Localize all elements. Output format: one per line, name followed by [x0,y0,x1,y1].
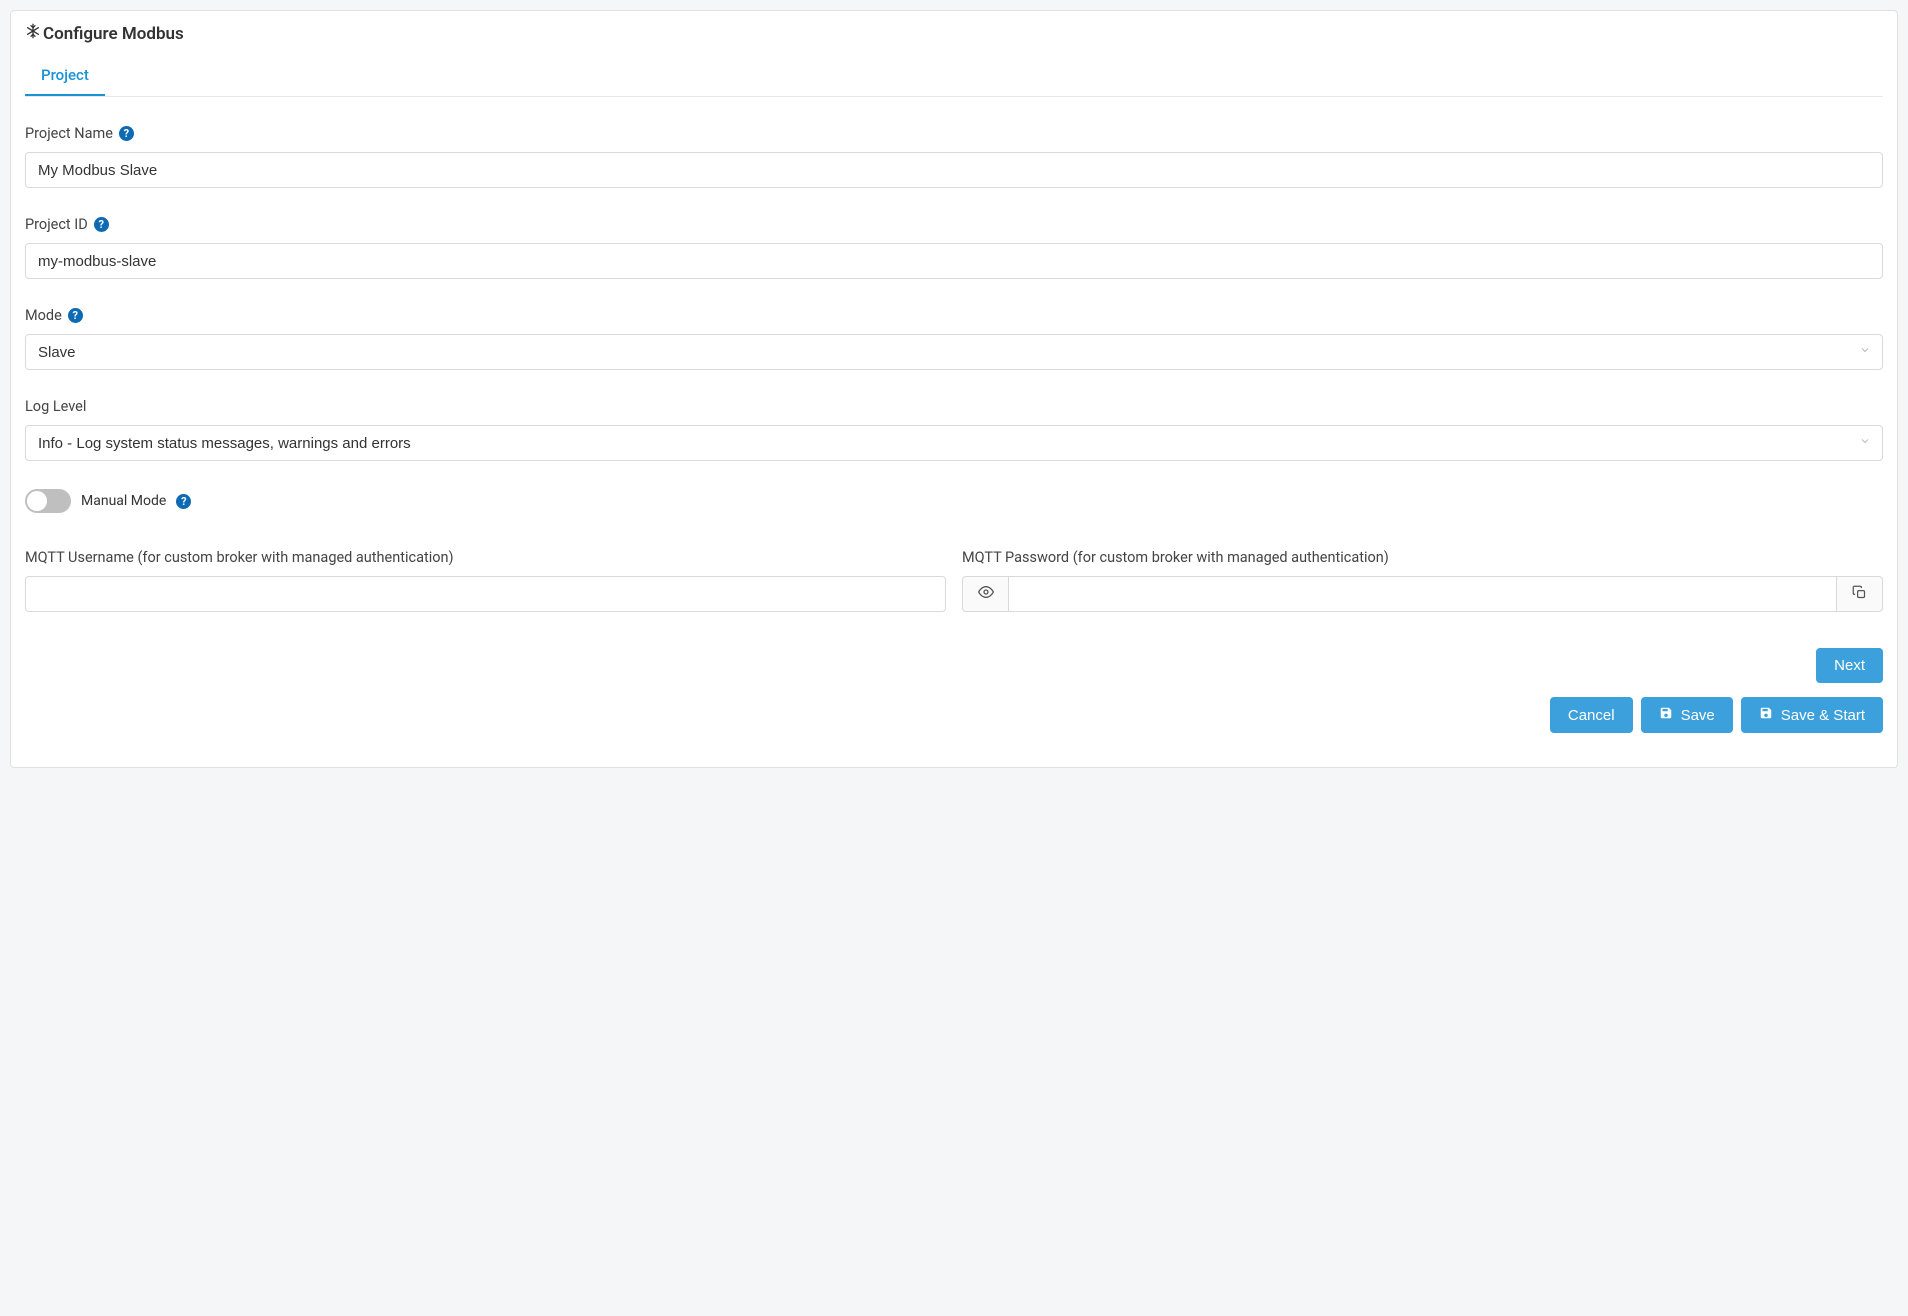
help-icon[interactable]: ? [94,217,109,232]
project-name-input[interactable] [25,152,1883,188]
mqtt-password-label: MQTT Password (for custom broker with ma… [962,549,1389,566]
mode-group: Mode ? [25,307,1883,370]
save-start-button[interactable]: Save & Start [1741,697,1883,733]
project-name-label: Project Name [25,125,113,142]
next-button[interactable]: Next [1816,648,1883,683]
mode-select[interactable] [25,334,1883,370]
help-icon[interactable]: ? [119,126,134,141]
manual-mode-label: Manual Mode [81,493,166,509]
save-button[interactable]: Save [1641,697,1733,733]
form-body: Project Name ? Project ID ? Mode ? [11,97,1897,767]
project-id-group: Project ID ? [25,216,1883,279]
panel-header: Configure Modbus Project [11,11,1897,97]
copy-icon [1852,585,1867,604]
mqtt-password-group: MQTT Password (for custom broker with ma… [962,549,1883,612]
manual-mode-group: Manual Mode ? [25,489,1883,513]
mqtt-username-group: MQTT Username (for custom broker with ma… [25,549,946,612]
save-button-label: Save [1681,707,1715,724]
log-level-select[interactable] [25,425,1883,461]
log-level-label: Log Level [25,398,86,415]
project-id-label: Project ID [25,216,88,233]
cancel-button[interactable]: Cancel [1550,697,1633,733]
copy-password-button[interactable] [1837,576,1883,612]
project-id-input[interactable] [25,243,1883,279]
snowflake-icon [25,23,43,44]
show-password-button[interactable] [962,576,1008,612]
tab-project[interactable]: Project [25,56,105,96]
project-name-group: Project Name ? [25,125,1883,188]
panel-title: Configure Modbus [43,24,184,44]
save-start-button-label: Save & Start [1781,707,1865,724]
help-icon[interactable]: ? [68,308,83,323]
help-icon[interactable]: ? [176,494,191,509]
toggle-knob [27,491,47,511]
mqtt-row: MQTT Username (for custom broker with ma… [25,549,1883,640]
save-icon [1759,706,1773,724]
mqtt-username-input[interactable] [25,576,946,612]
tabs: Project [25,56,1883,97]
panel-title-row: Configure Modbus [25,23,1883,44]
log-level-group: Log Level [25,398,1883,461]
configure-panel: Configure Modbus Project Project Name ? … [10,10,1898,768]
mode-label: Mode [25,307,62,324]
form-footer: Next Cancel Save Save & Start [25,640,1883,733]
manual-mode-toggle[interactable] [25,489,71,513]
mqtt-username-label: MQTT Username (for custom broker with ma… [25,549,454,566]
eye-icon [978,584,994,604]
mqtt-password-input[interactable] [1008,576,1837,612]
save-icon [1659,706,1673,724]
